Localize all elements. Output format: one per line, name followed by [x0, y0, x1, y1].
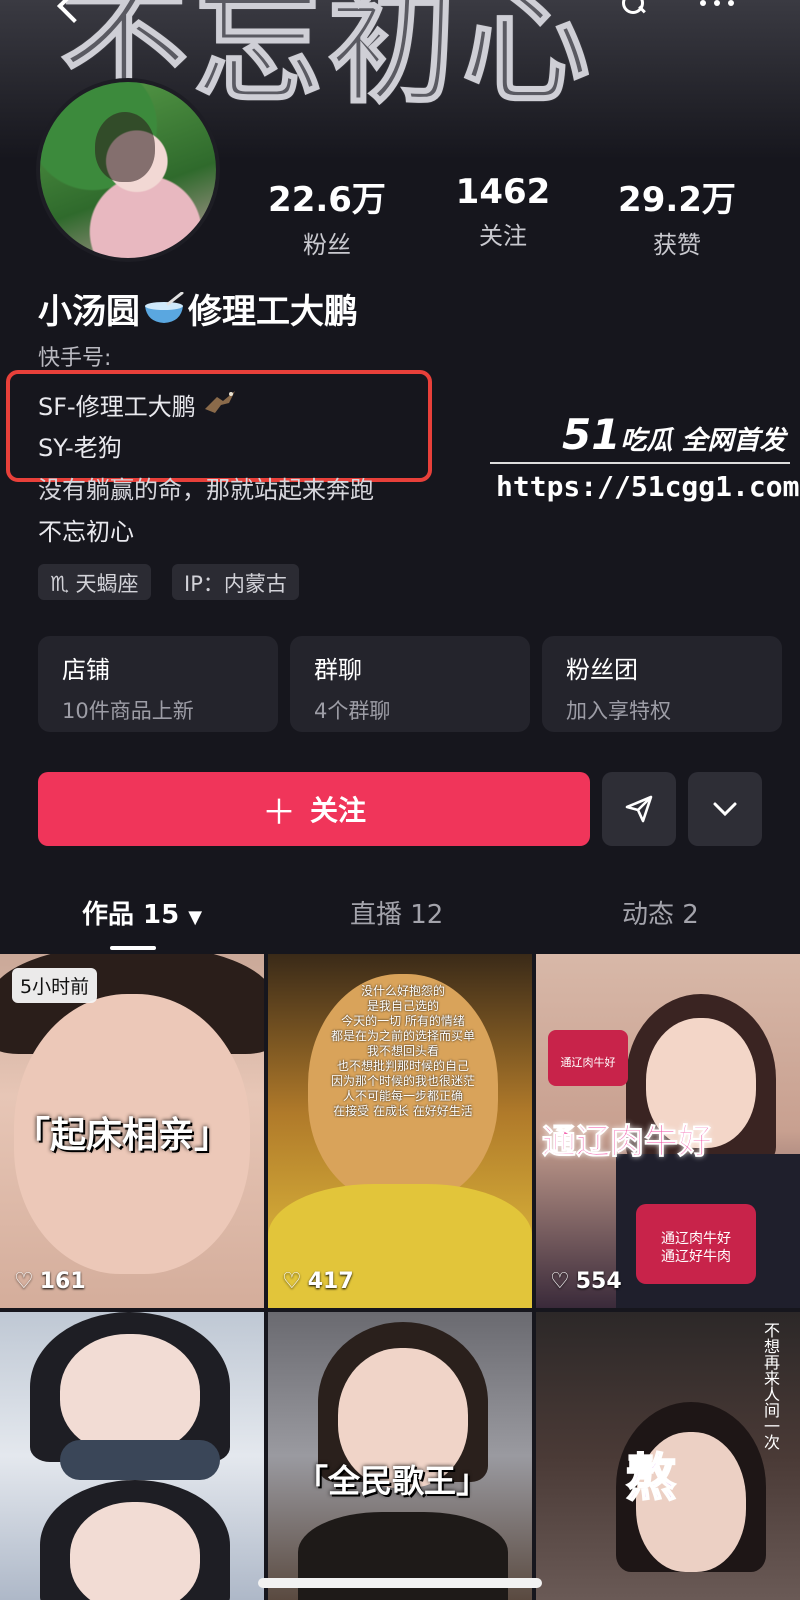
bio-line-1: SF-修理工大鹏 — [38, 387, 237, 422]
stat-followers[interactable]: 22.6万 粉丝 — [252, 172, 402, 260]
card-title: 店铺 — [62, 656, 110, 684]
sticker: 通辽肉牛好 — [548, 1030, 628, 1086]
kuaishou-id-label: 快手号: — [38, 346, 112, 371]
like-count-value: 554 — [575, 1269, 622, 1294]
watermark-logo: 51吃瓜 全网首发 — [562, 410, 786, 459]
tag-zodiac[interactable]: ♏ 天蝎座 — [38, 564, 151, 600]
tag-label: 天蝎座 — [75, 572, 139, 596]
bio-line-4: 不忘初心 — [38, 518, 134, 546]
video-thumbnail[interactable] — [0, 1312, 264, 1600]
bio-text: SF-修理工大鹏 — [38, 393, 196, 421]
overlay-line: 因为那个时候的我也很迷茫 — [330, 1074, 475, 1088]
vertical-text: 不想再来人间一次 — [761, 1322, 780, 1450]
like-count: ♡ 417 — [282, 1269, 354, 1294]
watermark-url: https://51cgg1.com — [496, 470, 800, 503]
bowl-icon — [142, 291, 186, 335]
overlay-line: 没什么好抱怨的 — [360, 984, 445, 998]
video-overlay-text: 没什么好抱怨的 是我自己选的 今天的一切 所有的情绪 都是在为之前的选择而买单 … — [308, 984, 498, 1119]
name-part2: 修理工大鹏 — [188, 292, 358, 332]
card-title: 群聊 — [314, 656, 362, 684]
follow-label: 关注 — [309, 794, 366, 827]
eagle-icon — [203, 391, 237, 421]
sticker-line: 通辽肉牛好 — [661, 1231, 731, 1247]
stat-value: 22.6万 — [268, 180, 386, 220]
like-count-value: 417 — [307, 1269, 354, 1294]
video-thumbnail[interactable]: 熬 不想再来人间一次 — [536, 1312, 800, 1600]
search-icon[interactable] — [622, 0, 648, 22]
stat-following[interactable]: 1462 关注 — [428, 172, 578, 251]
tab-label: 作品 15 — [82, 900, 180, 930]
thumbnail-art — [60, 1334, 200, 1454]
plus-icon: ＋ — [261, 792, 296, 833]
stat-value: 29.2万 — [618, 180, 736, 220]
more-options-button[interactable] — [688, 772, 762, 846]
overlay-line: 人不可能每一步都正确 — [342, 1089, 463, 1103]
video-thumbnail[interactable]: 「全民歌王」 — [268, 1312, 532, 1600]
thumbnail-art — [70, 1502, 200, 1600]
video-caption: 熬 — [625, 1448, 677, 1508]
tab-moments[interactable]: 动态 2 — [622, 894, 699, 931]
follow-button[interactable]: ＋ 关注 — [38, 772, 590, 846]
home-indicator[interactable] — [258, 1578, 542, 1588]
profile-name: 小汤圆 修理工大鹏 — [38, 284, 358, 335]
card-title: 粉丝团 — [566, 656, 638, 684]
stat-label: 获赞 — [653, 231, 701, 259]
card-subtitle: 加入享特权 — [566, 699, 671, 723]
watermark-divider — [490, 462, 790, 464]
card-group-chat[interactable]: 群聊 4个群聊 — [290, 636, 530, 732]
overlay-line: 也不想批判那时候的自己 — [336, 1059, 469, 1073]
name-part1: 小汤圆 — [38, 292, 140, 332]
tab-live[interactable]: 直播 12 — [350, 894, 443, 931]
stat-label: 粉丝 — [303, 231, 351, 259]
heart-icon: ♡ — [14, 1269, 34, 1294]
like-count: ♡ 554 — [550, 1269, 622, 1294]
sticker-line: 通辽好牛肉 — [661, 1249, 731, 1265]
like-count: ♡ 161 — [14, 1269, 86, 1294]
time-badge: 5小时前 — [12, 968, 98, 1003]
stat-label: 关注 — [479, 222, 527, 250]
stat-likes[interactable]: 29.2万 获赞 — [602, 172, 752, 260]
card-fan-club[interactable]: 粉丝团 加入享特权 — [542, 636, 782, 732]
share-button[interactable] — [602, 772, 676, 846]
overlay-line: 我不想回头看 — [366, 1044, 439, 1058]
card-subtitle: 4个群聊 — [314, 699, 391, 723]
overlay-line: 在接受 在成长 在好好生活 — [333, 1104, 473, 1118]
watermark: 51吃瓜 全网首发 https://51cgg1.com — [490, 410, 799, 510]
card-subtitle: 10件商品上新 — [62, 699, 194, 723]
card-shop[interactable]: 店铺 10件商品上新 — [38, 636, 278, 732]
send-icon — [625, 795, 653, 823]
video-thumbnail[interactable]: 没什么好抱怨的 是我自己选的 今天的一切 所有的情绪 都是在为之前的选择而买单 … — [268, 954, 532, 1308]
thumbnail-art — [60, 1440, 220, 1480]
video-caption: 「起床相亲」 — [14, 1115, 231, 1156]
bio-line-2: SY-老狗 — [38, 434, 122, 462]
stat-value: 1462 — [455, 172, 551, 212]
video-caption: 通辽肉牛好 — [542, 1122, 713, 1163]
active-tab-indicator — [110, 946, 156, 950]
overlay-line: 今天的一切 所有的情绪 — [341, 1014, 465, 1028]
sticker: 通辽肉牛好 通辽好牛肉 — [636, 1204, 756, 1284]
heart-icon: ♡ — [550, 1269, 570, 1294]
video-thumbnail[interactable]: 5小时前 「起床相亲」 ♡ 161 — [0, 954, 264, 1308]
video-thumbnail[interactable]: 通辽肉牛好 通辽肉牛好 通辽肉牛好 通辽好牛肉 ♡ 554 — [536, 954, 800, 1308]
more-icon[interactable] — [700, 0, 760, 16]
overlay-line: 都是在为之前的选择而买单 — [330, 1029, 475, 1043]
chevron-down-icon — [713, 802, 737, 817]
heart-icon: ♡ — [282, 1269, 302, 1294]
back-icon[interactable] — [50, 0, 90, 30]
bio-line-3: 没有躺赢的命，那就站起来奔跑 — [38, 476, 374, 504]
tab-works[interactable]: 作品 15 ▼ — [82, 894, 202, 931]
overlay-line: 是我自己选的 — [366, 999, 439, 1013]
avatar[interactable] — [36, 78, 220, 262]
like-count-value: 161 — [39, 1269, 86, 1294]
watermark-logo-num: 51 — [562, 410, 621, 459]
tag-ip-location[interactable]: IP：内蒙古 — [172, 564, 299, 600]
video-caption: 「全民歌王」 — [296, 1462, 489, 1500]
zodiac-icon: ♏ — [50, 572, 76, 596]
dropdown-icon: ▼ — [188, 907, 203, 928]
watermark-logo-text: 吃瓜 全网首发 — [620, 426, 786, 456]
